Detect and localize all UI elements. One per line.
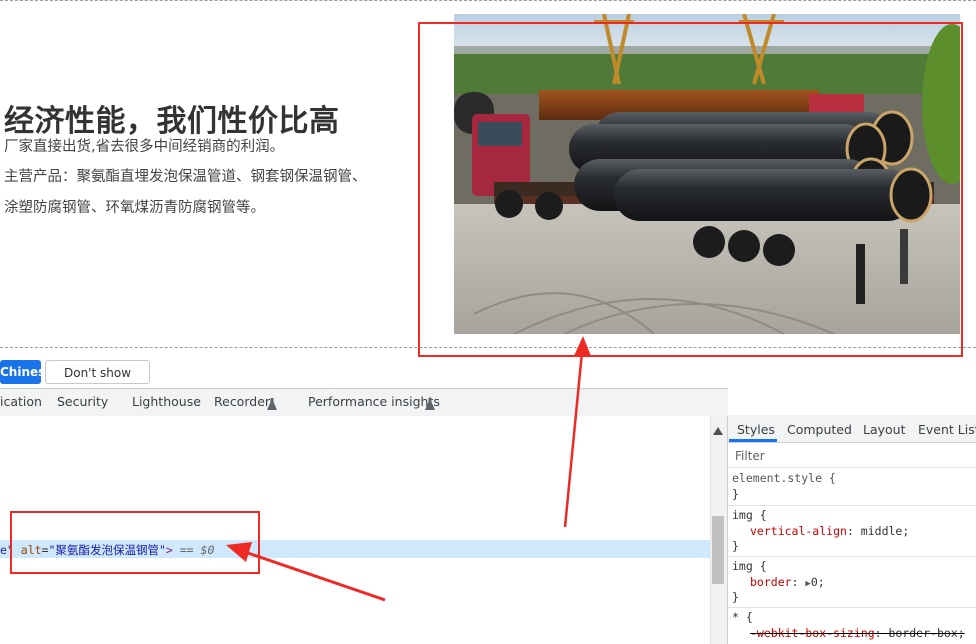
annotation-arrowhead bbox=[226, 542, 252, 562]
annotation-arrows bbox=[226, 336, 591, 602]
annotation-arrow-left bbox=[244, 550, 386, 602]
annotation-arrowhead bbox=[574, 336, 591, 356]
annotation-arrow-up bbox=[563, 351, 584, 528]
